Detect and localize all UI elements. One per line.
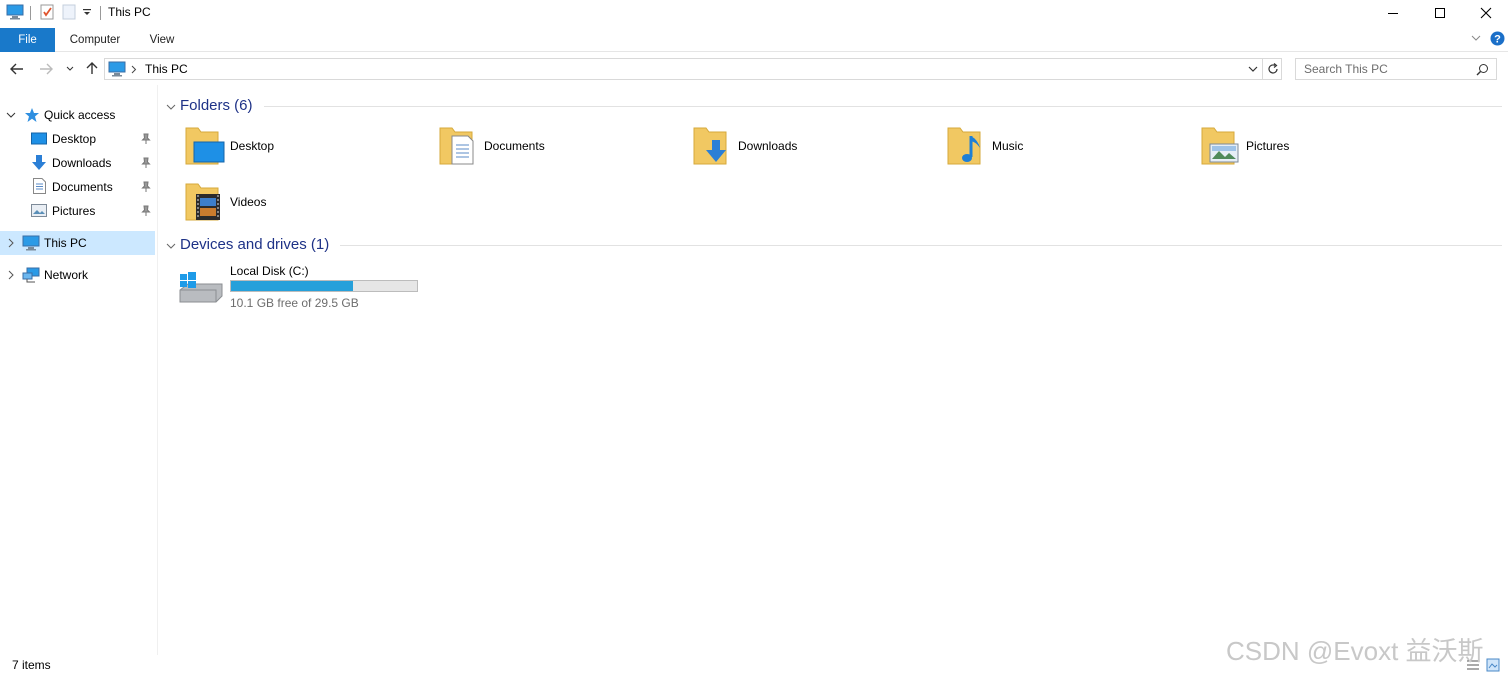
hard-drive-icon xyxy=(178,270,224,304)
folder-tile-downloads[interactable]: Downloads xyxy=(692,124,932,172)
nav-label: Downloads xyxy=(52,156,112,170)
svg-text:?: ? xyxy=(1494,34,1501,46)
nav-quick-access[interactable]: Quick access xyxy=(0,103,155,127)
drive-tile-c[interactable]: Local Disk (C:) 10.1 GB free of 29.5 GB xyxy=(178,262,438,312)
folder-tile-desktop[interactable]: Desktop xyxy=(184,124,424,172)
chevron-right-icon[interactable] xyxy=(8,270,14,280)
search-icon[interactable] xyxy=(1476,63,1489,76)
group-title: Folders (6) xyxy=(180,97,253,114)
item-count: 7 items xyxy=(12,658,51,672)
qat-divider xyxy=(100,6,101,20)
nav-quick-downloads[interactable]: Downloads xyxy=(0,151,155,175)
chevron-right-icon[interactable] xyxy=(8,238,14,248)
desktop-icon xyxy=(31,132,47,146)
address-bar[interactable]: This PC xyxy=(104,58,1282,80)
qat-dropdown-icon[interactable] xyxy=(82,8,92,18)
tile-label: Downloads xyxy=(738,139,798,153)
breadcrumb-chevron-icon[interactable] xyxy=(131,65,137,74)
back-arrow-icon[interactable] xyxy=(9,61,25,77)
new-folder-icon[interactable] xyxy=(62,4,76,20)
window-title: This PC xyxy=(108,5,151,19)
qat-divider xyxy=(30,6,31,20)
navigation-row: This PC Search This PC xyxy=(0,53,1508,85)
search-input[interactable]: Search This PC xyxy=(1295,58,1497,80)
refresh-icon[interactable] xyxy=(1266,62,1280,76)
address-divider xyxy=(1262,59,1263,79)
nav-label: Quick access xyxy=(44,108,116,122)
pin-icon[interactable] xyxy=(141,157,151,169)
up-arrow-icon[interactable] xyxy=(84,60,100,76)
chevron-down-icon[interactable] xyxy=(6,111,16,119)
folders-group-header[interactable]: Folders (6) xyxy=(164,95,1504,117)
content-area: Folders (6) Desktop Documents Downloads … xyxy=(158,90,1508,655)
nav-label: Documents xyxy=(52,180,113,194)
folder-tile-documents[interactable]: Documents xyxy=(438,124,678,172)
recent-locations-icon[interactable] xyxy=(65,64,75,74)
nav-label: This PC xyxy=(44,236,87,250)
expand-ribbon-icon[interactable] xyxy=(1470,32,1482,44)
videos-folder-icon xyxy=(184,180,226,224)
title-bar: This PC xyxy=(0,0,1508,26)
nav-quick-documents[interactable]: Documents xyxy=(0,175,155,199)
folder-tile-pictures[interactable]: Pictures xyxy=(1200,124,1440,172)
close-button[interactable] xyxy=(1463,0,1508,26)
pictures-folder-icon xyxy=(1200,124,1242,168)
nav-quick-pictures[interactable]: Pictures xyxy=(0,199,155,223)
this-pc-icon xyxy=(108,61,126,77)
desktop-folder-icon xyxy=(184,124,226,168)
folder-tile-music[interactable]: Music xyxy=(946,124,1186,172)
navigation-pane: Quick access Desktop Downloads Documents xyxy=(0,95,157,655)
forward-arrow-icon[interactable] xyxy=(38,61,54,77)
nav-network[interactable]: Network xyxy=(0,263,155,287)
tile-label: Desktop xyxy=(230,139,275,153)
address-dropdown-icon[interactable] xyxy=(1247,64,1259,74)
star-icon xyxy=(24,107,40,123)
network-icon xyxy=(22,267,40,283)
chevron-down-icon[interactable] xyxy=(166,242,176,250)
nav-label: Network xyxy=(44,268,89,282)
ribbon-tab-bar: File Computer View ? xyxy=(0,26,1508,52)
tile-label: Documents xyxy=(484,139,545,153)
pin-icon[interactable] xyxy=(141,181,151,193)
pin-icon[interactable] xyxy=(141,133,151,145)
music-folder-icon xyxy=(946,124,988,168)
nav-quick-desktop[interactable]: Desktop xyxy=(0,127,155,151)
drive-usage-bar xyxy=(230,280,418,292)
tab-file[interactable]: File xyxy=(0,28,55,52)
breadcrumb[interactable]: This PC xyxy=(145,62,188,76)
folder-tile-videos[interactable]: Videos xyxy=(184,180,424,228)
minimize-button[interactable] xyxy=(1370,0,1416,26)
group-title: Devices and drives (1) xyxy=(180,236,330,253)
computer-icon[interactable] xyxy=(6,4,24,20)
nav-label: Desktop xyxy=(52,132,97,146)
drive-usage-fill xyxy=(231,281,354,291)
chevron-down-icon[interactable] xyxy=(166,103,176,111)
tile-label: Pictures xyxy=(1246,139,1290,153)
downloads-folder-icon xyxy=(692,124,734,168)
documents-folder-icon xyxy=(438,124,480,168)
group-divider xyxy=(264,106,1502,107)
large-icons-view-icon[interactable] xyxy=(1486,658,1500,672)
nav-this-pc[interactable]: This PC xyxy=(0,231,155,255)
tab-computer[interactable]: Computer xyxy=(60,28,130,52)
tile-label: Videos xyxy=(230,195,267,209)
pin-icon[interactable] xyxy=(141,205,151,217)
group-divider xyxy=(340,245,1502,246)
help-icon[interactable]: ? xyxy=(1490,31,1505,46)
search-placeholder: Search This PC xyxy=(1304,62,1388,76)
tile-label: Music xyxy=(992,139,1024,153)
devices-group-header[interactable]: Devices and drives (1) xyxy=(164,234,1504,256)
drive-name: Local Disk (C:) xyxy=(230,264,309,278)
document-icon xyxy=(33,178,46,194)
pictures-icon xyxy=(31,204,47,217)
nav-label: Pictures xyxy=(52,204,96,218)
drive-free-space: 10.1 GB free of 29.5 GB xyxy=(230,296,359,310)
download-arrow-icon xyxy=(31,154,47,171)
maximize-button[interactable] xyxy=(1417,0,1463,26)
properties-icon[interactable] xyxy=(39,4,55,20)
computer-icon xyxy=(22,235,40,251)
watermark-text: CSDN @Evoxt 益沃斯 xyxy=(1226,636,1484,666)
tab-view[interactable]: View xyxy=(140,28,184,52)
